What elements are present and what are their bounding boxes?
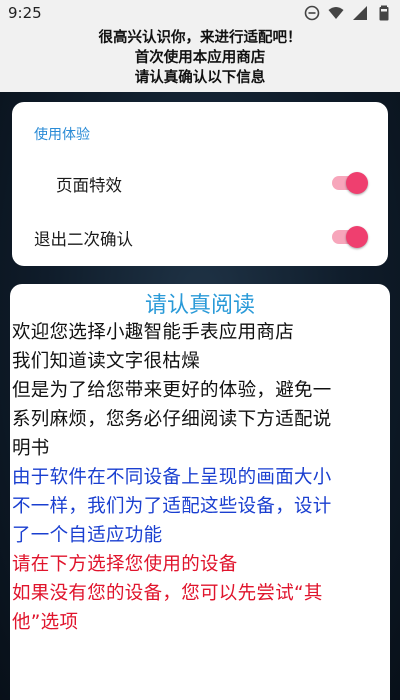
exit-confirm-toggle[interactable] [332,226,368,248]
text-line: 系列麻烦，您务必仔细阅读下方适配说 [12,409,332,430]
text-line: 如果没有您的设备，您可以先尝试“其 [12,583,323,604]
status-bar: 9:25 [0,0,400,28]
setting-label: 页面特效 [56,176,122,195]
wifi-icon [328,5,344,21]
text-line: 了一个自适应功能 [12,525,163,546]
text-line: 由于软件在不同设备上呈现的画面大小 [12,467,332,488]
paragraph-read-manual: 但是为了给您带来更好的体验，避免一 系列麻烦，您务必仔细阅读下方适配说 明书 [12,376,390,463]
header-line: 很高兴认识你，来进行适配吧！ [98,30,302,46]
paragraph-adaptive: 由于软件在不同设备上呈现的画面大小 不一样，我们为了适配这些设备，设计 了一个自… [12,463,390,550]
paragraph-select-device: 请在下方选择您使用的设备 [12,550,390,579]
text-line: 但是为了给您带来更好的体验，避免一 [12,380,332,401]
do-not-disturb-icon [304,5,320,21]
settings-card: 使用体验 页面特效 退出二次确认 [12,102,388,266]
page-effects-toggle[interactable] [332,172,368,194]
battery-icon [376,5,392,21]
paragraph-other-option: 如果没有您的设备，您可以先尝试“其 他”选项 [12,579,390,637]
status-icons [304,5,392,21]
text-line: 请在下方选择您使用的设备 [12,554,238,575]
reading-body: 欢迎您选择小趣智能手表应用商店 我们知道读文字很枯燥 但是为了给您带来更好的体验… [12,318,390,637]
header-line: 首次使用本应用商店 [134,50,266,66]
toggle-knob [346,172,368,194]
setting-row-page-effects[interactable]: 页面特效 [12,164,388,200]
header-line: 请认真确认以下信息 [134,70,266,86]
signal-icon [352,5,368,21]
text-line: 不一样，我们为了适配这些设备，设计 [12,496,332,517]
reading-card[interactable]: 请认真阅读 欢迎您选择小趣智能手表应用商店 我们知道读文字很枯燥 但是为了给您带… [10,284,390,700]
toggle-knob [346,226,368,248]
setting-label: 退出二次确认 [34,230,133,249]
header-message: 很高兴认识你，来进行适配吧！ 首次使用本应用商店 请认真确认以下信息 [0,28,400,88]
top-area: 9:25 很高兴认识你，来进行适配吧！ 首次使用本应用商店 请认真确认以下信息 [0,0,400,92]
text-line: 他”选项 [12,612,79,633]
text-line: 欢迎您选择小趣智能手表应用商店 [12,322,295,343]
paragraph-boring: 我们知道读文字很枯燥 [12,347,390,376]
section-title: 使用体验 [34,127,90,143]
setting-row-exit-confirm[interactable]: 退出二次确认 [12,218,388,254]
text-line: 明书 [12,438,50,459]
reading-title: 请认真阅读 [144,293,255,318]
paragraph-welcome: 欢迎您选择小趣智能手表应用商店 [12,318,390,347]
status-time: 9:25 [8,4,42,22]
text-line: 我们知道读文字很枯燥 [12,351,201,372]
